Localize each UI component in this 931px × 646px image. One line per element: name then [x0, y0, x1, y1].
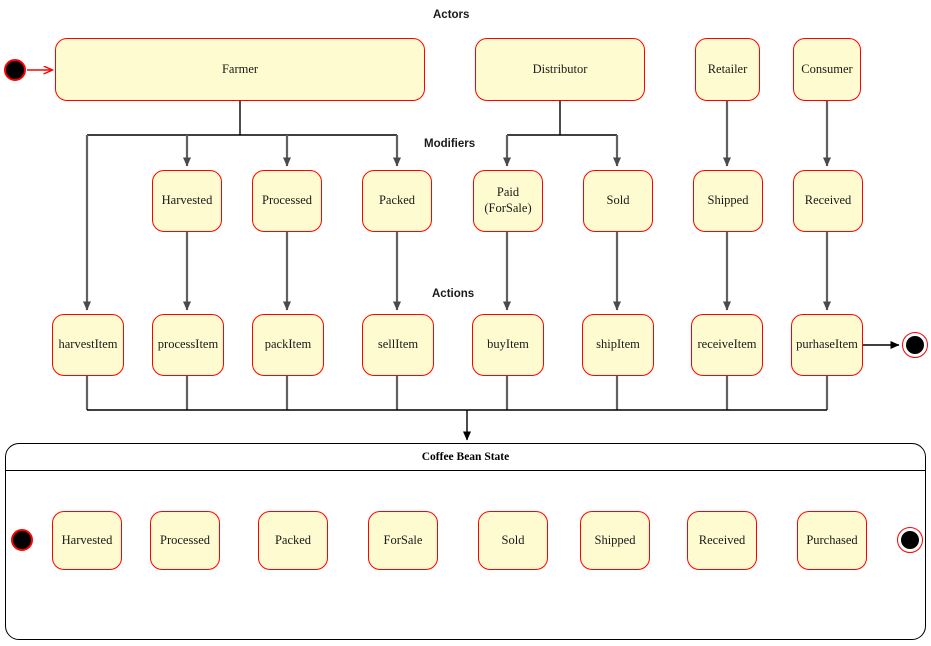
action-node-buyitem[interactable]: buyItem [472, 314, 544, 376]
edge-distributor-fork [503, 101, 621, 167]
section-label-actors: Actors [433, 9, 470, 21]
state-node-sold[interactable]: Sold [478, 511, 548, 570]
modifier-node-received[interactable]: Received [793, 170, 863, 232]
final-node-state [897, 527, 923, 553]
modifier-node-sold[interactable]: Sold [583, 170, 653, 232]
action-node-processitem[interactable]: processItem [152, 314, 224, 376]
final-node-top [902, 332, 928, 358]
activity-diagram-canvas: Actors Modifiers Actions Farmer Distribu… [0, 0, 931, 646]
actor-node-distributor[interactable]: Distributor [475, 38, 645, 101]
section-label-modifiers: Modifiers [424, 138, 476, 150]
actor-node-farmer[interactable]: Farmer [55, 38, 425, 101]
action-node-receiveitem[interactable]: receiveItem [691, 314, 763, 376]
action-node-shipitem[interactable]: shipItem [582, 314, 654, 376]
modifier-node-paid-forsale[interactable]: Paid (ForSale) [473, 170, 543, 232]
state-node-received[interactable]: Received [687, 511, 757, 570]
edge-actions-join-to-panel [85, 376, 829, 441]
initial-node-state [11, 529, 33, 551]
action-node-sellitem[interactable]: sellItem [362, 314, 434, 376]
state-node-forsale[interactable]: ForSale [368, 511, 438, 570]
state-node-packed[interactable]: Packed [258, 511, 328, 570]
action-node-purhaseitem[interactable]: purhaseItem [791, 314, 863, 376]
actor-node-retailer[interactable]: Retailer [695, 38, 760, 101]
edges-modifiers-to-actions [183, 232, 831, 311]
section-label-actions: Actions [432, 288, 475, 300]
state-node-purchased[interactable]: Purchased [797, 511, 867, 570]
modifier-node-packed[interactable]: Packed [362, 170, 432, 232]
state-node-shipped[interactable]: Shipped [580, 511, 650, 570]
state-node-processed[interactable]: Processed [150, 511, 220, 570]
edge-farmer-fork [83, 101, 401, 311]
modifier-node-harvested[interactable]: Harvested [152, 170, 222, 232]
coffee-bean-state-title: Coffee Bean State [6, 444, 925, 471]
action-node-packitem[interactable]: packItem [252, 314, 324, 376]
action-node-harvestitem[interactable]: harvestItem [52, 314, 124, 376]
state-node-harvested[interactable]: Harvested [52, 511, 122, 570]
initial-node-top [4, 59, 26, 81]
coffee-bean-state-panel: Coffee Bean State [5, 443, 926, 640]
modifier-node-shipped[interactable]: Shipped [693, 170, 763, 232]
actor-node-consumer[interactable]: Consumer [793, 38, 861, 101]
modifier-node-processed[interactable]: Processed [252, 170, 322, 232]
